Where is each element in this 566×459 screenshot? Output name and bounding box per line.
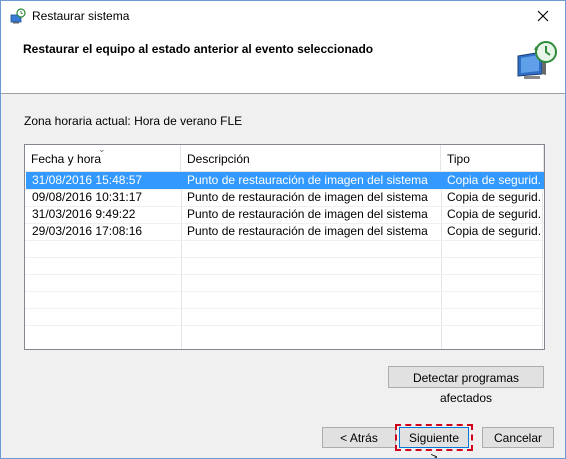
row-type: Copia de segurid... — [447, 224, 542, 238]
list-header: ⌄ Fecha y hora Descripción Tipo — [25, 145, 544, 172]
title-bar: Restaurar sistema — [1, 1, 565, 31]
system-restore-icon — [517, 41, 557, 79]
row-divider — [25, 308, 544, 309]
back-button[interactable]: < Atrás — [322, 427, 396, 448]
row-date: 29/03/2016 17:08:16 — [32, 224, 143, 238]
table-row-selected[interactable]: 31/08/2016 15:48:57 Punto de restauració… — [26, 172, 544, 189]
row-divider — [25, 274, 544, 275]
row-description: Punto de restauración de imagen del sist… — [187, 207, 428, 221]
column-header-date[interactable]: ⌄ Fecha y hora — [25, 145, 181, 171]
row-type: Copia de segurid... — [447, 207, 542, 221]
system-restore-window: Restaurar sistema Restaurar el equipo al… — [0, 0, 566, 459]
row-date: 31/08/2016 15:48:57 — [32, 173, 143, 187]
column-header-type[interactable]: Tipo — [441, 145, 544, 171]
cancel-button[interactable]: Cancelar — [482, 427, 554, 448]
restore-points-list[interactable]: ⌄ Fecha y hora Descripción Tipo 31/08/20… — [24, 144, 545, 350]
row-divider — [25, 325, 544, 326]
next-button[interactable]: Siguiente > — [399, 427, 469, 458]
row-date: 31/03/2016 9:49:22 — [32, 207, 136, 221]
row-divider — [25, 240, 544, 241]
column-header-description-label: Descripción — [187, 152, 250, 166]
timezone-label: Zona horaria actual: Hora de verano FLE — [24, 114, 243, 128]
row-type: Copia de segurid... — [447, 190, 542, 204]
close-button[interactable] — [521, 1, 565, 31]
table-row[interactable]: 31/03/2016 9:49:22 Punto de restauración… — [26, 206, 544, 223]
row-description: Punto de restauración de imagen del sist… — [187, 173, 428, 187]
column-header-description[interactable]: Descripción — [181, 145, 441, 171]
table-row[interactable]: 09/08/2016 10:31:17 Punto de restauració… — [26, 189, 544, 206]
row-description: Punto de restauración de imagen del sist… — [187, 190, 428, 204]
row-date: 09/08/2016 10:31:17 — [32, 190, 143, 204]
row-description: Punto de restauración de imagen del sist… — [187, 224, 428, 238]
page-title: Restaurar el equipo al estado anterior a… — [23, 42, 374, 56]
table-row[interactable]: 29/03/2016 17:08:16 Punto de restauració… — [26, 223, 544, 240]
system-restore-app-icon — [10, 8, 26, 24]
header-separator — [1, 93, 565, 94]
window-title: Restaurar sistema — [32, 9, 130, 23]
row-divider — [25, 257, 544, 258]
row-divider — [25, 291, 544, 292]
row-type: Copia de segurid... — [447, 173, 542, 187]
column-header-date-label: Fecha y hora — [31, 152, 102, 166]
detect-affected-programs-button[interactable]: Detectar programas afectados — [388, 366, 544, 405]
close-icon — [537, 10, 549, 22]
column-header-type-label: Tipo — [447, 152, 470, 166]
sort-descending-icon: ⌄ — [98, 144, 106, 154]
wizard-header: Restaurar el equipo al estado anterior a… — [1, 31, 565, 93]
